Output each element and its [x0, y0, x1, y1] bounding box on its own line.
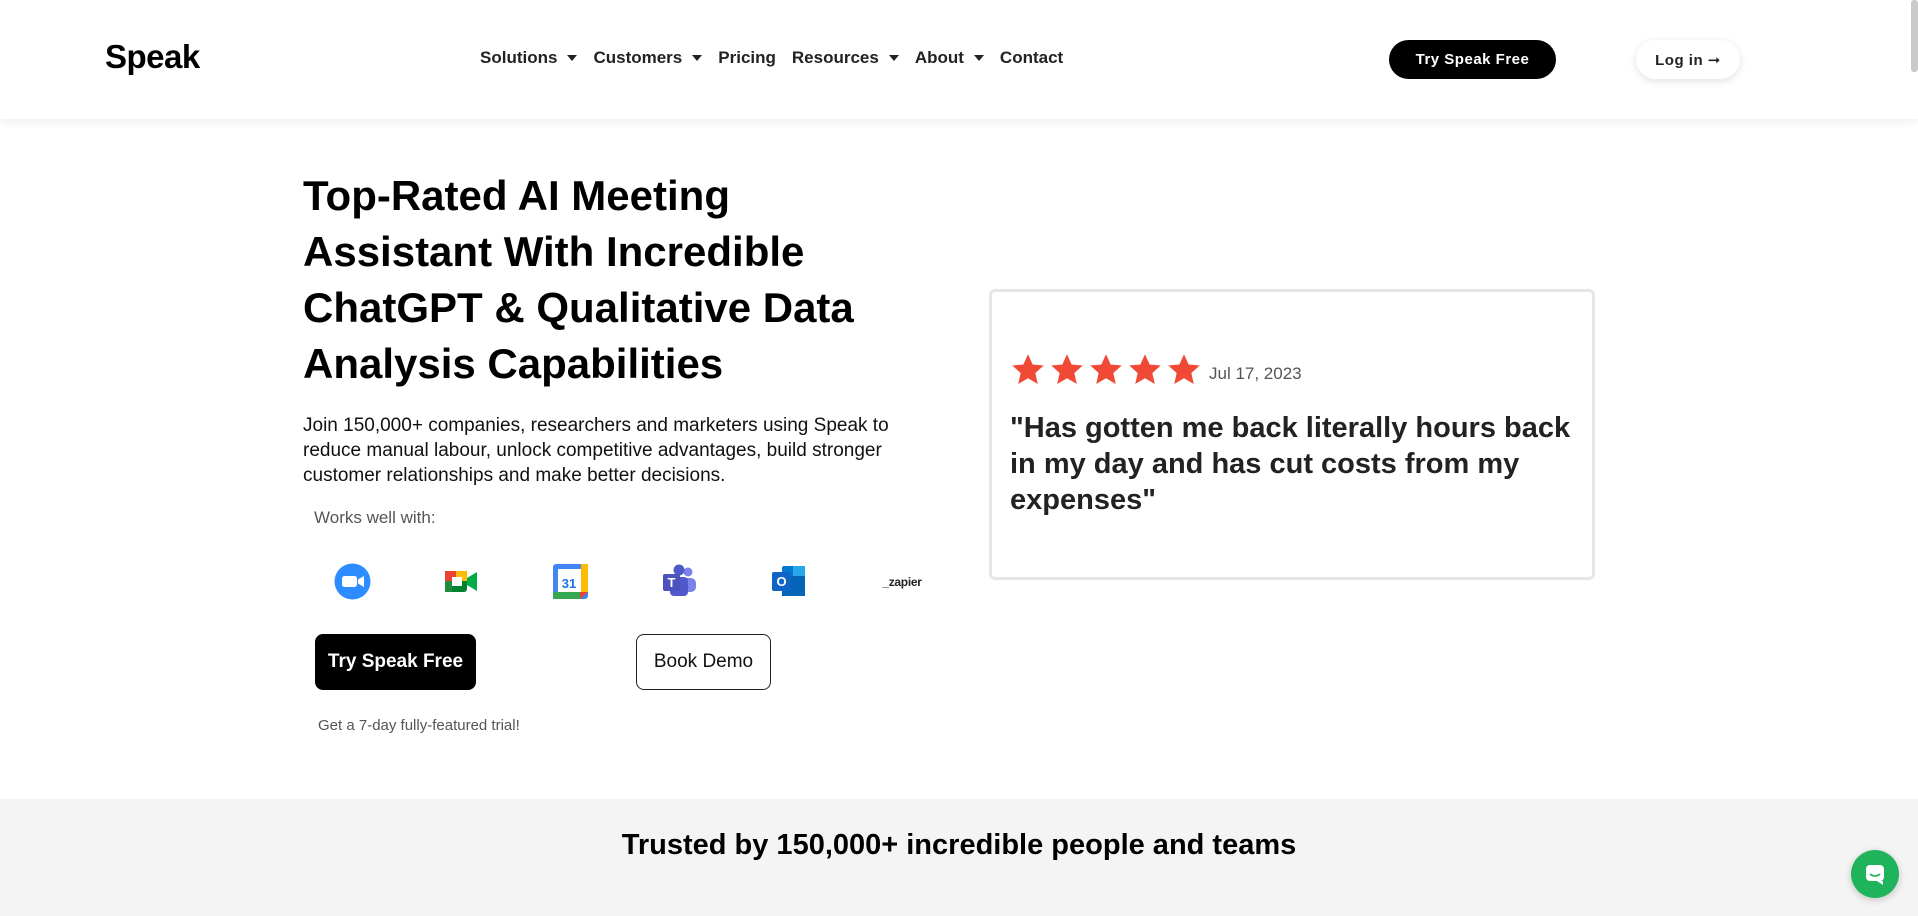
- hero-title: Top-Rated AI Meeting Assistant With Incr…: [303, 172, 854, 387]
- review-date: Jul 17, 2023: [1209, 364, 1302, 383]
- zapier-logo-text: _zapier: [882, 574, 922, 589]
- review-quote: "Has gotten me back literally hours back…: [1010, 412, 1571, 516]
- nav-contact[interactable]: Contact: [1000, 48, 1063, 68]
- speak-logo[interactable]: Speak: [105, 38, 200, 76]
- nav-solutions-label: Solutions: [480, 48, 558, 67]
- hero-description: Join 150,000+ companies, researchers and…: [303, 415, 889, 486]
- nav-solutions[interactable]: Solutions: [480, 48, 578, 68]
- nav-about[interactable]: About: [915, 48, 984, 68]
- zapier-logo: _zapier: [879, 563, 925, 600]
- nav-resources[interactable]: Resources: [792, 48, 899, 68]
- chat-icon: [1866, 865, 1884, 885]
- nav-pricing[interactable]: Pricing: [718, 48, 776, 68]
- works-well-with-label: Works well with:: [314, 508, 436, 527]
- hero-try-free-button[interactable]: Try Speak Free: [315, 634, 476, 690]
- nav-about-label: About: [914, 48, 964, 67]
- star-icon: [1129, 354, 1161, 384]
- nav-customers[interactable]: Customers: [593, 48, 703, 68]
- trial-note: Get a 7-day fully-featured trial!: [318, 717, 520, 734]
- page-scrollbar[interactable]: [1911, 0, 1918, 72]
- review-card: Jul 17, 2023 "Has gotten me back literal…: [989, 289, 1595, 580]
- caret-down-icon: [888, 55, 899, 61]
- main-nav: Solutions Customers Pricing Resources Ab…: [480, 48, 1063, 68]
- book-demo-button[interactable]: Book Demo: [636, 634, 771, 690]
- nav-customers-label: Customers: [593, 48, 683, 67]
- caret-down-icon: [692, 55, 703, 61]
- star-icon: [1012, 354, 1044, 384]
- header-try-free-button[interactable]: Try Speak Free: [1389, 40, 1556, 79]
- rating-stars: [1010, 352, 1202, 388]
- site-header: Speak Solutions Customers Pricing Resour…: [0, 0, 1918, 119]
- google-meet-icon: [443, 563, 480, 600]
- nav-pricing-label: Pricing: [718, 48, 776, 67]
- star-icon: [1051, 354, 1083, 384]
- google-calendar-icon: 31: [552, 563, 589, 600]
- calendar-day: 31: [562, 576, 576, 591]
- integrations-row: 31 T O _zapier: [334, 563, 925, 600]
- trusted-section: Trusted by 150,000+ incredible people an…: [0, 799, 1918, 916]
- nav-contact-label: Contact: [999, 48, 1064, 67]
- zoom-icon: [334, 563, 371, 600]
- star-icon: [1168, 354, 1200, 384]
- outlook-icon: O: [770, 563, 807, 600]
- svg-text:T: T: [668, 575, 676, 590]
- svg-text:O: O: [776, 574, 786, 589]
- microsoft-teams-icon: T: [661, 563, 698, 600]
- star-icon: [1090, 354, 1122, 384]
- caret-down-icon: [567, 55, 578, 61]
- caret-down-icon: [973, 55, 984, 61]
- chat-launcher-button[interactable]: [1851, 850, 1899, 898]
- nav-resources-label: Resources: [791, 48, 879, 67]
- login-button[interactable]: Log in ➞: [1636, 40, 1740, 79]
- trusted-title: Trusted by 150,000+ incredible people an…: [621, 829, 1297, 861]
